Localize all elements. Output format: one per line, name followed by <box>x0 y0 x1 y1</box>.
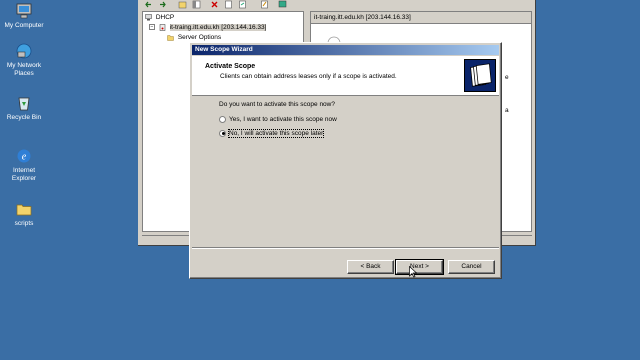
radio-label-yes: Yes, I want to activate this scope now <box>229 116 337 123</box>
wizard-title-bar[interactable]: New Scope Wizard <box>192 45 499 55</box>
wizard-header-title: Activate Scope <box>205 63 256 70</box>
svg-text:e: e <box>22 152 27 163</box>
details-text-fragment: e <box>505 74 509 81</box>
button-separator <box>192 247 499 249</box>
desktop-icon-my-computer[interactable]: My Computer <box>0 2 48 30</box>
cancel-button[interactable]: Cancel <box>448 260 495 274</box>
up-folder-icon[interactable] <box>178 0 187 9</box>
wizard-header-subtitle: Clients can obtain address leases only i… <box>220 73 397 80</box>
folder-icon <box>167 35 174 41</box>
radio-button-no[interactable] <box>219 129 226 137</box>
tree-item-server[interactable]: − it-traing.itt.edu.kh [203.144.16.33] <box>149 23 267 33</box>
desktop-icon-label: Recycle Bin <box>6 114 42 121</box>
next-button[interactable]: Next > <box>395 259 444 275</box>
properties-icon[interactable] <box>224 0 233 9</box>
wizard-header: Activate Scope Clients can obtain addres… <box>192 56 499 96</box>
tree-item-label: it-traing.itt.edu.kh [203.144.16.33] <box>169 24 267 31</box>
tree-item-label: Server Options <box>177 34 222 41</box>
folder-icon <box>16 204 32 216</box>
radio-button-yes[interactable] <box>219 115 226 123</box>
desktop-icon-label: My Network Places <box>6 62 42 77</box>
internet-explorer-icon: e <box>17 149 31 163</box>
desktop-icon-recycle-bin[interactable]: Recycle Bin <box>0 94 48 122</box>
forward-arrow-icon[interactable] <box>158 0 167 9</box>
dhcp-icon <box>145 14 152 21</box>
wizard-pages-icon <box>464 59 496 92</box>
network-places-icon <box>16 43 32 59</box>
details-pane-header: it-traing.itt.edu.kh [203.144.16.33] <box>311 12 531 24</box>
desktop-icon-label: Internet Explorer <box>11 167 37 182</box>
tree-item-dhcp[interactable]: DHCP <box>145 13 174 23</box>
new-scope-wizard-dialog: New Scope Wizard Activate Scope Clients … <box>189 42 502 279</box>
desktop-icon-label: My Computer <box>4 22 44 29</box>
collapse-toggle-icon[interactable]: − <box>149 24 155 31</box>
activate-question-label: Do you want to activate this scope now? <box>219 101 335 108</box>
export-list-icon[interactable] <box>260 0 269 9</box>
show-tree-icon[interactable] <box>192 0 201 9</box>
radio-label-no: No, I will activate this scope later <box>227 129 325 138</box>
back-arrow-icon[interactable] <box>144 0 153 9</box>
back-button[interactable]: < Back <box>347 260 394 274</box>
delete-icon[interactable] <box>210 0 219 9</box>
server-icon <box>159 24 166 31</box>
help-icon[interactable] <box>278 0 287 9</box>
desktop-icon-scripts[interactable]: scripts <box>0 200 48 228</box>
tree-item-label: DHCP <box>155 14 175 21</box>
console-toolbar <box>138 0 298 10</box>
recycle-bin-icon <box>18 97 30 111</box>
details-text-fragment: a <box>505 107 509 114</box>
desktop-icon-label: scripts <box>14 220 34 227</box>
radio-activate-now[interactable]: Yes, I want to activate this scope now <box>219 115 337 125</box>
my-computer-icon <box>16 3 32 19</box>
mouse-pointer-icon <box>409 266 417 278</box>
desktop-icon-network-places[interactable]: My Network Places <box>0 42 48 78</box>
desktop-icon-internet-explorer[interactable]: e Internet Explorer <box>0 147 48 183</box>
refresh-icon[interactable] <box>238 0 247 9</box>
radio-activate-later[interactable]: No, I will activate this scope later <box>219 129 325 139</box>
